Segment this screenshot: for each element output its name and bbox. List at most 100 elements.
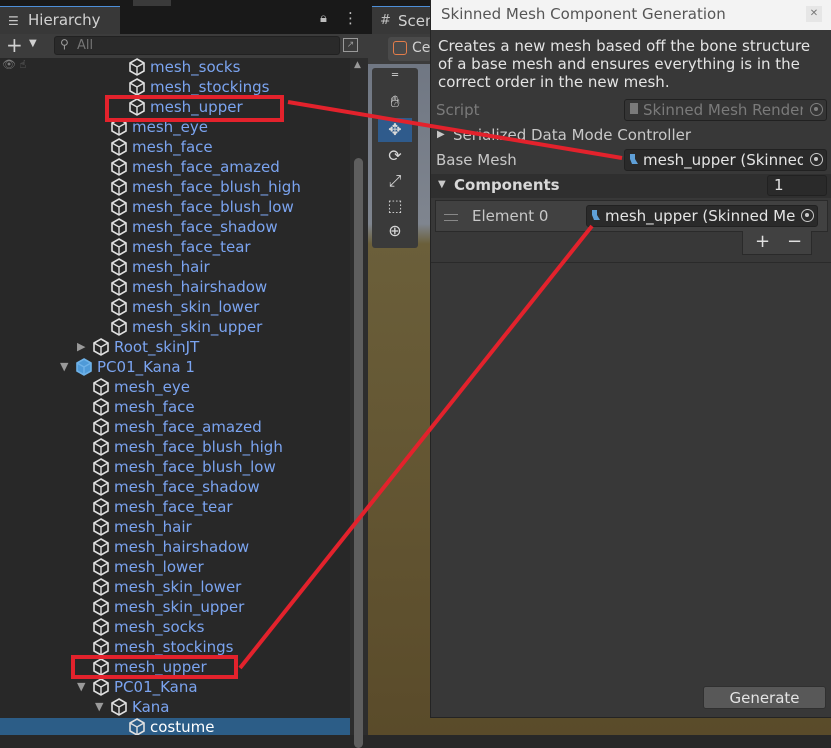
generate-button[interactable]: Generate	[703, 686, 826, 709]
prefab-cube-icon	[75, 358, 93, 376]
drag-handle-icon[interactable]	[444, 214, 458, 221]
kebab-menu-icon[interactable]: ⋮	[343, 9, 358, 27]
script-value: Skinned Mesh Render	[643, 101, 803, 119]
hierarchy-row[interactable]: mesh_face_amazed	[0, 418, 350, 438]
window-title: Skinned Mesh Component Generation	[441, 5, 726, 23]
hierarchy-scrollbar[interactable]: ▲	[350, 58, 368, 748]
transform-tool-icon[interactable]: ⊕	[378, 219, 412, 243]
hierarchy-row[interactable]: mesh_face_blush_low	[0, 198, 350, 218]
gameobject-cube-icon	[128, 58, 146, 76]
gameobject-cube-icon	[92, 598, 110, 616]
object-picker-icon[interactable]	[810, 153, 823, 166]
hierarchy-row[interactable]: mesh_face_tear	[0, 498, 350, 518]
hierarchy-row[interactable]: mesh_face_shadow	[0, 218, 350, 238]
hierarchy-tabbar: ☰ Hierarchy 🔒︎ ⋮	[0, 0, 368, 34]
window-description: Creates a new mesh based off the bone st…	[438, 37, 811, 91]
search-input[interactable]	[77, 37, 332, 54]
tab-scene[interactable]: # Scene	[372, 6, 444, 34]
hand-tool-icon[interactable]: ✋︎	[378, 90, 412, 114]
hierarchy-row[interactable]: ▼ Kana	[0, 698, 350, 718]
base-mesh-field[interactable]: mesh_upper (Skinned	[624, 149, 827, 171]
gameobject-cube-icon	[92, 418, 110, 436]
base-mesh-value: mesh_upper (Skinned	[643, 151, 803, 169]
hierarchy-row[interactable]: mesh_face	[0, 138, 350, 158]
hierarchy-row[interactable]: mesh_face_shadow	[0, 478, 350, 498]
chevron-right-icon[interactable]: ▶	[77, 340, 89, 353]
window-titlebar[interactable]: Skinned Mesh Component Generation ✕	[431, 0, 831, 30]
chevron-down-icon[interactable]: ▼	[95, 700, 107, 713]
search-field[interactable]: ⚲	[54, 36, 340, 55]
hierarchy-row[interactable]: mesh_face_blush_low	[0, 458, 350, 478]
hierarchy-row-label: mesh_hair	[132, 258, 210, 276]
components-count-field[interactable]: 1	[767, 175, 827, 196]
base-mesh-label: Base Mesh	[436, 151, 517, 169]
search-options-icon[interactable]: ↗	[343, 38, 358, 52]
hierarchy-row[interactable]: ▶ Root_skinJT	[0, 338, 350, 358]
scroll-up-icon[interactable]: ▲	[354, 60, 361, 70]
hierarchy-row[interactable]: mesh_face_blush_high	[0, 438, 350, 458]
annotation-box-top	[105, 95, 284, 122]
hierarchy-row-label: mesh_face_amazed	[114, 418, 262, 436]
components-foldout[interactable]: ▼ Components 1	[431, 174, 831, 198]
element-0-value: mesh_upper (Skinned Mes	[605, 207, 795, 225]
hierarchy-row[interactable]: mesh_eye	[0, 378, 350, 398]
hierarchy-row-label: Kana	[132, 698, 170, 716]
hierarchy-row[interactable]: mesh_socks	[0, 58, 350, 78]
scroll-thumb[interactable]	[354, 158, 363, 748]
tab-hierarchy[interactable]: ☰ Hierarchy	[0, 6, 120, 34]
hierarchy-row[interactable]: mesh_face_amazed	[0, 158, 350, 178]
script-field-row: Script Skinned Mesh Render	[431, 99, 831, 123]
tab-hierarchy-label: Hierarchy	[28, 11, 101, 29]
gameobject-cube-icon	[110, 138, 128, 156]
hierarchy-row[interactable]: mesh_lower	[0, 558, 350, 578]
hierarchy-row-label: mesh_face_shadow	[132, 218, 278, 236]
hierarchy-row-label: mesh_skin_lower	[114, 578, 242, 596]
remove-element-button[interactable]: −	[787, 231, 802, 252]
hierarchy-row[interactable]: mesh_skin_lower	[0, 578, 350, 598]
hierarchy-row[interactable]: mesh_socks	[0, 618, 350, 638]
hierarchy-row[interactable]: costume	[0, 718, 350, 735]
hierarchy-row-label: mesh_socks	[114, 618, 205, 636]
add-element-button[interactable]: +	[755, 231, 770, 252]
hierarchy-row-label: mesh_face	[132, 138, 213, 156]
gameobject-cube-icon	[92, 578, 110, 596]
hierarchy-row-label: mesh_hairshadow	[132, 278, 268, 296]
hierarchy-row[interactable]: mesh_face_blush_high	[0, 178, 350, 198]
lock-icon[interactable]: 🔒︎	[320, 11, 327, 26]
element-0-field[interactable]: mesh_upper (Skinned Mes	[586, 205, 818, 227]
hierarchy-row[interactable]: mesh_face_tear	[0, 238, 350, 258]
hierarchy-row[interactable]: ▼ PC01_Kana 1	[0, 358, 350, 378]
chevron-down-icon[interactable]: ▼	[77, 680, 89, 693]
hierarchy-row[interactable]: mesh_hairshadow	[0, 538, 350, 558]
gameobject-cube-icon	[92, 338, 110, 356]
hierarchy-row[interactable]: mesh_skin_upper	[0, 598, 350, 618]
scale-tool-icon[interactable]: ⤢	[378, 169, 412, 193]
hierarchy-row[interactable]: mesh_skin_lower	[0, 298, 350, 318]
hierarchy-row[interactable]: mesh_skin_upper	[0, 318, 350, 338]
tools-drag-handle[interactable]: ═	[378, 70, 412, 82]
chevron-down-icon[interactable]: ▼	[60, 360, 72, 373]
rotate-tool-icon[interactable]: ⟳	[378, 144, 412, 168]
hierarchy-row[interactable]: mesh_hair	[0, 518, 350, 538]
hierarchy-tree: mesh_socks mesh_stockings mesh_upper mesh_e…	[0, 58, 350, 735]
chevron-right-icon[interactable]: ▶	[437, 129, 445, 140]
hierarchy-row-label: mesh_hair	[114, 518, 192, 536]
move-tool-icon[interactable]: ✥	[378, 118, 412, 142]
chevron-down-icon[interactable]: ▼	[29, 38, 37, 49]
add-object-button[interactable]: +	[6, 34, 23, 56]
script-field: Skinned Mesh Render	[624, 99, 827, 121]
hierarchy-row[interactable]: mesh_hair	[0, 258, 350, 278]
chevron-down-icon[interactable]: ▼	[438, 179, 446, 190]
rect-tool-icon[interactable]: ⬚	[378, 194, 412, 218]
hierarchy-row[interactable]: mesh_face	[0, 398, 350, 418]
serialized-foldout-row[interactable]: ▶ Serialized Data Mode Controller	[431, 124, 831, 148]
element-0-label: Element 0	[472, 207, 549, 225]
hierarchy-row[interactable]: ▼ PC01_Kana	[0, 678, 350, 698]
center-pivot-button[interactable]: Ce	[388, 37, 432, 61]
object-picker-icon	[810, 103, 823, 116]
hierarchy-row-label: mesh_eye	[114, 378, 190, 396]
object-picker-icon[interactable]	[801, 209, 814, 222]
hierarchy-row[interactable]: mesh_hairshadow	[0, 278, 350, 298]
close-icon[interactable]: ✕	[806, 6, 822, 22]
center-pivot-label: Ce	[412, 40, 431, 56]
